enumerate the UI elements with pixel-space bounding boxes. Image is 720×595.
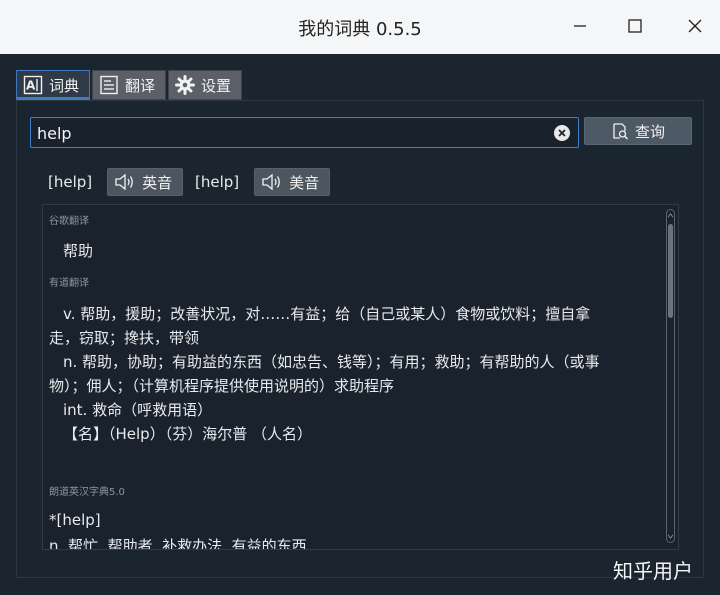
us-audio-button[interactable]: 美音 — [254, 168, 331, 196]
translate-icon — [100, 75, 118, 95]
google-source-label: 谷歌翻译 — [49, 216, 89, 227]
youdao-line: n. 帮助，协助；有助益的东西（如忠告、钱等）；有用；救助；有帮助的人（或事 — [63, 353, 600, 371]
dictionary-panel: 查询 [help] 英音 [help] 美音 — [16, 100, 704, 578]
minimize-button[interactable] — [567, 13, 593, 39]
watermark: 知乎用户 — [613, 559, 693, 583]
search-box — [30, 117, 579, 148]
main-content: A 词典 翻译 设置 help 查询 [help] 英音 [help] 美音 谷… — [0, 54, 720, 595]
window-title: 我的词典 0.5.5 — [298, 19, 422, 40]
langdao-source-label: 朗道英汉字典5.0 — [49, 487, 125, 498]
youdao-line: 【名】（Help）（芬）海尔普 （人名） — [63, 425, 312, 443]
query-button-label: 查询 — [634, 122, 665, 141]
close-icon — [688, 19, 702, 33]
us-phonetic: [help] — [195, 173, 240, 191]
tab-dictionary-label: 词典 — [49, 76, 80, 95]
uk-audio-button[interactable]: 英音 — [107, 168, 184, 196]
search-icon — [613, 123, 629, 140]
svg-text:A: A — [26, 79, 36, 93]
langdao-line: n. 帮忙, 帮助者, 补救办法, 有益的东西 — [49, 537, 307, 550]
tab-bar: A 词典 翻译 设置 — [16, 70, 243, 100]
search-input[interactable] — [37, 121, 537, 145]
scrollbar-thumb[interactable] — [668, 224, 673, 318]
us-audio-label: 美音 — [289, 173, 320, 192]
tab-translate-label: 翻译 — [125, 76, 156, 95]
dictionary-icon: A — [23, 75, 43, 95]
tab-dictionary[interactable]: A 词典 — [16, 70, 91, 100]
clear-button[interactable] — [554, 125, 570, 141]
youdao-line: int. 救命（呼救用语） — [63, 401, 213, 419]
minimize-icon — [574, 25, 586, 27]
tab-translate[interactable]: 翻译 — [92, 70, 167, 100]
uk-phonetic: [help] — [48, 173, 93, 191]
maximize-button[interactable] — [622, 13, 648, 39]
google-result-text: 帮助 — [63, 242, 94, 260]
tab-settings[interactable]: 设置 — [168, 70, 243, 100]
uk-pronunciation: [help] 英音 — [48, 168, 184, 196]
us-pronunciation: [help] 美音 — [195, 168, 331, 196]
youdao-line: 物）；佣人；（计算机程序提供使用说明的）求助程序 — [49, 377, 395, 395]
close-button[interactable] — [682, 13, 708, 39]
speaker-icon — [262, 173, 281, 191]
youdao-source-label: 有道翻译 — [49, 278, 89, 289]
speaker-icon — [115, 173, 134, 191]
langdao-line: *[help] — [49, 511, 101, 529]
scroll-down-icon — [668, 534, 673, 539]
title-bar: 我的词典 0.5.5 — [0, 0, 720, 54]
result-view[interactable]: 谷歌翻译 帮助 有道翻译 v. 帮助，援助；改善状况，对……有益；给（自己或某人… — [42, 204, 679, 550]
tab-settings-label: 设置 — [201, 76, 232, 95]
query-button[interactable]: 查询 — [584, 117, 692, 145]
youdao-line: 走，窃取；搀扶，带领 — [49, 329, 200, 347]
scroll-up-icon — [668, 213, 673, 218]
youdao-line: v. 帮助，援助；改善状况，对……有益；给（自己或某人）食物或饮料；擅自拿 — [63, 305, 591, 323]
gear-icon — [175, 75, 196, 95]
uk-audio-label: 英音 — [142, 173, 173, 192]
maximize-icon — [628, 19, 642, 33]
clear-icon — [558, 129, 566, 137]
vertical-scrollbar[interactable] — [666, 209, 675, 543]
